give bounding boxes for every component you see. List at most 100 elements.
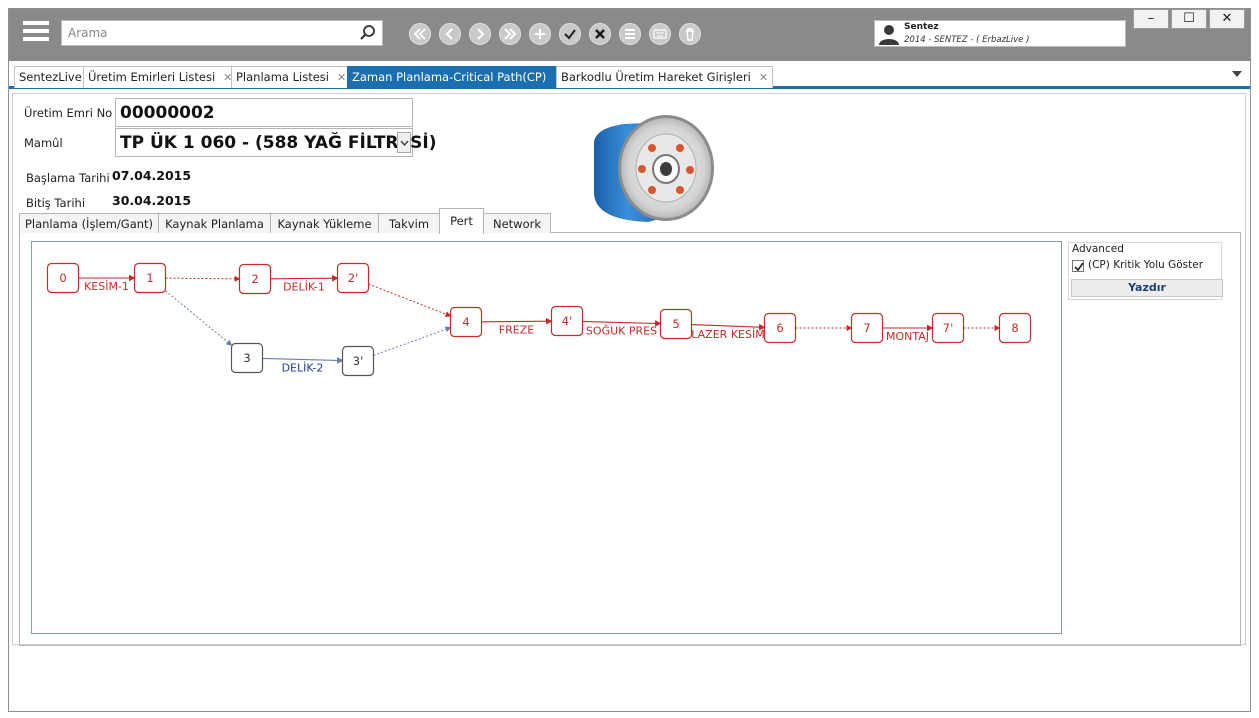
activity-label: MONTAJ	[886, 330, 929, 343]
pert-node-label: 7	[863, 321, 870, 335]
pert-node-label: 2	[251, 272, 258, 286]
list-icon	[625, 29, 635, 39]
pert-node[interactable]: 1	[133, 262, 167, 294]
pert-node[interactable]: 3'	[341, 345, 375, 377]
pert-node[interactable]: 6	[763, 312, 797, 344]
double-chevron-left-icon	[413, 28, 426, 40]
close-icon	[595, 29, 605, 39]
tab-label: Üretim Emirleri Listesi	[88, 70, 216, 84]
last-record-button[interactable]	[499, 23, 521, 45]
trash-icon	[686, 28, 694, 41]
tab-label: Planlama Listesi	[236, 70, 329, 84]
search-icon[interactable]	[358, 23, 378, 43]
pert-node-label: 3'	[353, 354, 363, 368]
tab-label: Pert	[450, 214, 473, 228]
tab-label: SentezLive	[19, 70, 82, 84]
tab-resource-loading[interactable]: Kaynak Yükleme	[270, 213, 379, 233]
tab-resource-planning[interactable]: Kaynak Planlama	[158, 213, 271, 233]
critical-path-label: (CP) Kritik Yolu Göster	[1088, 259, 1204, 271]
tab-label: Barkodlu Üretim Hareket Girişleri	[561, 70, 751, 84]
tab-label: Kaynak Yükleme	[277, 217, 372, 231]
app-window: Sentez 2014 - SENTEZ - ( ErbazLive ) – ☐…	[8, 8, 1251, 712]
pert-node[interactable]: 4	[449, 306, 483, 338]
chevron-left-icon	[445, 28, 453, 40]
menu-icon[interactable]	[23, 21, 49, 45]
inner-tabs: Planlama (İşlem/Gant) Kaynak Planlama Ka…	[19, 208, 1241, 234]
activity-arrow-3-3'	[262, 357, 344, 364]
product-select[interactable]: TP ÜK 1 060 - (588 YAĞ FİLTRESİ)	[115, 128, 436, 157]
user-info[interactable]: Sentez 2014 - SENTEZ - ( ErbazLive )	[874, 20, 1126, 47]
tab-label: Takvim	[388, 217, 430, 231]
tab-close-icon[interactable]: ✕	[337, 71, 346, 84]
save-button[interactable]	[559, 23, 581, 45]
delete-button[interactable]	[679, 23, 701, 45]
tab-planning-gantt[interactable]: Planlama (İşlem/Gant)	[19, 213, 159, 233]
previous-record-button[interactable]	[439, 23, 461, 45]
tab-production-orders[interactable]: Üretim Emirleri Listesi ✕	[83, 66, 238, 88]
tab-network[interactable]: Network	[483, 213, 551, 233]
tab-planning-list[interactable]: Planlama Listesi ✕	[231, 66, 352, 88]
pert-node[interactable]: 7	[850, 312, 884, 344]
user-company: 2014 - SENTEZ - ( ErbazLive )	[904, 35, 1030, 45]
search-input[interactable]	[68, 24, 353, 42]
plus-icon	[535, 29, 545, 39]
pert-diagram: KESİM-1 DELİK-1 DELİK-2 FREZE SOĞUK PRES LAZE…	[46, 262, 1032, 377]
first-record-button[interactable]	[409, 23, 431, 45]
close-window-button[interactable]: ✕	[1209, 9, 1245, 29]
pert-node-label: 5	[672, 317, 679, 331]
tab-list-dropdown-icon[interactable]	[1232, 71, 1242, 77]
minimize-button[interactable]: –	[1133, 9, 1169, 29]
tab-critical-path[interactable]: Zaman Planlama-Critical Path(CP)✕	[347, 66, 564, 88]
document-tabs: SentezLive Üretim Emirleri Listesi ✕ Plan…	[9, 65, 1250, 89]
pert-panel: KESİM-1 DELİK-1 DELİK-2 FREZE SOĞUK PRES LAZE…	[19, 233, 1241, 646]
start-date-value: 07.04.2015	[112, 168, 192, 183]
top-toolbar: Sentez 2014 - SENTEZ - ( ErbazLive ) – ☐…	[9, 9, 1250, 61]
cancel-button[interactable]	[589, 23, 611, 45]
next-record-button[interactable]	[469, 23, 491, 45]
search-box	[61, 20, 383, 46]
chevron-down-icon	[400, 140, 409, 146]
pert-node[interactable]: 7'	[931, 312, 965, 344]
add-record-button[interactable]	[529, 23, 551, 45]
pert-node[interactable]: 0	[46, 262, 80, 294]
activity-arrow-4'-5	[582, 320, 662, 327]
pert-node[interactable]: 2'	[336, 262, 370, 294]
pert-node-label: 1	[146, 271, 153, 285]
tab-label: Network	[492, 217, 542, 231]
pert-node-label: 0	[59, 271, 66, 285]
end-date-value: 30.04.2015	[112, 193, 192, 208]
keyboard-icon	[653, 29, 667, 39]
list-button[interactable]	[619, 23, 641, 45]
critical-path-checkbox[interactable]	[1072, 260, 1084, 272]
activity-label: DELİK-2	[282, 362, 324, 375]
pert-node-label: 4	[462, 315, 469, 329]
tab-calendar[interactable]: Takvim	[378, 213, 440, 233]
activity-arrow-5-6	[691, 323, 766, 331]
tab-barcode-movements[interactable]: Barkodlu Üretim Hareket Girişleri ✕	[556, 66, 774, 88]
pert-node[interactable]: 4'	[550, 305, 584, 337]
activity-arrow-4-4'	[481, 317, 553, 325]
activity-label: DELİK-1	[283, 281, 325, 294]
pert-node[interactable]: 5	[659, 308, 693, 340]
pert-node[interactable]: 8	[998, 312, 1032, 344]
product-image	[594, 115, 714, 222]
pert-node[interactable]: 3	[230, 342, 264, 374]
tab-sentezlive[interactable]: SentezLive	[14, 66, 87, 88]
start-date-label: Başlama Tarihi	[26, 171, 110, 185]
tab-close-icon[interactable]: ✕	[759, 71, 768, 84]
pert-node[interactable]: 2	[238, 263, 272, 295]
tab-label: Zaman Planlama-Critical Path(CP)	[352, 70, 547, 84]
maximize-button[interactable]: ☐	[1171, 9, 1207, 29]
print-button[interactable]: Yazdır	[1071, 279, 1223, 297]
order-no-field[interactable]	[115, 98, 413, 127]
pert-node-label: 6	[776, 321, 783, 335]
product-dropdown-button[interactable]	[397, 132, 411, 153]
pert-node-label: 2'	[348, 271, 358, 285]
activity-label: FREZE	[499, 324, 534, 337]
keyboard-button[interactable]	[649, 23, 671, 45]
product-label: Mamûl	[24, 136, 63, 150]
dummy-activity-1-2	[165, 275, 241, 282]
dummy-activity-1-3	[165, 290, 233, 346]
pert-node-label: 8	[1011, 321, 1018, 335]
tab-pert[interactable]: Pert	[439, 208, 484, 234]
